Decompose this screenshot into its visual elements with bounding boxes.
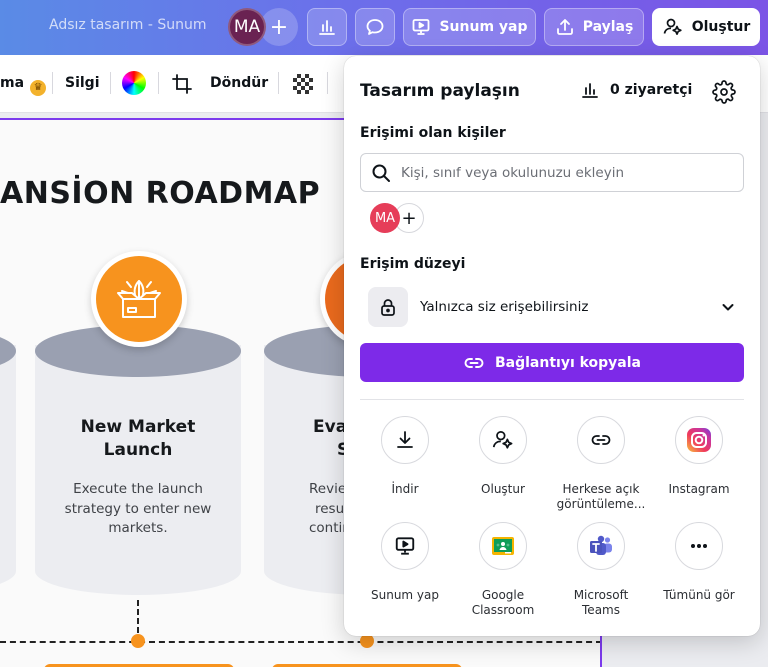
user-avatar[interactable]: MA (228, 8, 266, 46)
people-access-label: Erişimi olan kişiler (360, 125, 506, 141)
google-classroom-option[interactable]: Google Classroom (454, 522, 552, 618)
present-button[interactable]: Sunum yap (403, 8, 536, 46)
option-label-line: Teams (582, 603, 620, 617)
option-label-line: Oluştur (481, 482, 525, 496)
step-heading: New Market Launch (35, 416, 241, 462)
bar-chart-icon (319, 20, 335, 35)
insights-button[interactable] (307, 8, 347, 46)
public-view-link-option[interactable]: Herkese açık görüntüleme... (552, 416, 650, 512)
option-label-line: Google (481, 588, 525, 602)
present-label: Sunum yap (439, 19, 528, 35)
option-label-line: Herkese açık (562, 482, 640, 496)
toolbar-divider (52, 72, 53, 94)
toolbar-divider (278, 72, 279, 94)
access-level-label: Erişim düzeyi (360, 256, 466, 272)
microsoft-teams-icon (590, 535, 612, 555)
animate-button[interactable]: ma ♛ (0, 75, 47, 96)
option-label-line: Microsoft (573, 588, 629, 602)
link-icon (591, 435, 611, 445)
upload-icon (556, 19, 573, 35)
share-label: Paylaş (582, 19, 634, 35)
option-label: İndir (356, 482, 454, 497)
crop-icon[interactable] (171, 73, 193, 95)
share-button[interactable]: Paylaş (544, 8, 644, 46)
option-label-line: görüntüleme... (556, 497, 646, 511)
top-bar: Adsız tasarım - Sunum MA + Sunum yap Pay… (0, 0, 768, 55)
access-level-value: Yalnızca siz erişebilirsiniz (420, 299, 589, 315)
gear-icon[interactable] (712, 80, 736, 104)
comments-button[interactable] (355, 8, 395, 46)
create-button[interactable]: Oluştur (652, 8, 760, 46)
link-icon (464, 357, 484, 368)
transparency-icon[interactable] (293, 74, 313, 94)
google-classroom-icon (492, 537, 514, 555)
crown-icon: ♛ (30, 80, 47, 96)
option-label: Tümünü gör (650, 588, 748, 603)
slide-title: ANSİON ROADMAP (0, 176, 321, 211)
people-search-input[interactable] (401, 164, 731, 181)
visitors-count: 0 ziyaretçi (610, 82, 693, 98)
option-label: Oluştur (454, 482, 552, 497)
more-icon (691, 544, 707, 548)
step-icon-badge (91, 251, 187, 347)
lock-icon-box (368, 287, 408, 327)
copy-link-button[interactable]: Bağlantıyı kopyala (360, 343, 744, 382)
timeline-line (0, 641, 600, 643)
animate-label: ma (0, 75, 25, 91)
microsoft-teams-option[interactable]: Microsoft Teams (552, 522, 650, 618)
download-icon (397, 431, 413, 448)
toolbar-divider (158, 72, 159, 94)
step-description: Execute the launch strategy to enter new… (35, 480, 241, 539)
create-option[interactable]: Oluştur (454, 416, 552, 497)
toolbar-divider (110, 72, 111, 94)
toolbar-divider (327, 72, 328, 94)
people-search-field[interactable] (360, 153, 744, 192)
visitors-button[interactable]: 0 ziyaretçi (580, 80, 692, 100)
step-description-line: markets. (108, 520, 168, 536)
access-level-dropdown[interactable]: Yalnızca siz erişebilirsiniz (360, 282, 744, 332)
launch-box-icon (117, 280, 161, 318)
copy-link-label: Bağlantıyı kopyala (494, 354, 642, 371)
create-label: Oluştur (691, 19, 751, 35)
option-label-line: Tümünü gör (663, 588, 735, 602)
eraser-button[interactable]: Silgi (65, 75, 100, 91)
rotate-button[interactable]: Döndür (210, 75, 268, 91)
step-description-line: Execute the launch (73, 481, 203, 497)
option-label: Instagram (650, 482, 748, 497)
search-icon (372, 164, 390, 182)
download-option[interactable]: İndir (356, 416, 454, 497)
present-option[interactable]: Sunum yap (356, 522, 454, 603)
color-picker-icon[interactable] (122, 71, 146, 95)
step-heading-line: Launch (103, 440, 173, 460)
see-all-option[interactable]: Tümünü gör (650, 522, 748, 603)
present-icon (395, 537, 415, 555)
option-label: Microsoft Teams (552, 588, 650, 618)
step-description-line: strategy to enter new (64, 500, 212, 517)
step-heading-line: New Market (80, 417, 196, 437)
option-label: Google Classroom (454, 588, 552, 618)
instagram-icon (687, 428, 711, 452)
lock-icon (381, 299, 395, 316)
option-label-line: İndir (391, 482, 419, 496)
member-avatar[interactable]: MA (370, 203, 400, 233)
share-panel: Tasarım paylaşın 0 ziyaretçi Erişimi ola… (344, 56, 760, 636)
bar-chart-icon (582, 83, 598, 98)
panel-divider (360, 399, 744, 400)
option-label-line: Sunum yap (370, 588, 439, 602)
instagram-option[interactable]: Instagram (650, 416, 748, 497)
option-label: Sunum yap (356, 588, 454, 603)
option-label: Herkese açık görüntüleme... (552, 482, 650, 512)
option-label-line: Instagram (668, 482, 730, 496)
comment-icon (366, 19, 384, 35)
present-icon (413, 19, 430, 35)
chevron-down-icon (722, 304, 734, 311)
document-title[interactable]: Adsız tasarım - Sunum (49, 17, 207, 33)
share-panel-title: Tasarım paylaşın (360, 81, 520, 101)
option-label-line: Classroom (471, 603, 535, 617)
timeline-dot (360, 634, 374, 648)
timeline-dot (131, 634, 145, 648)
create-icon (663, 18, 682, 35)
create-icon (492, 430, 513, 449)
